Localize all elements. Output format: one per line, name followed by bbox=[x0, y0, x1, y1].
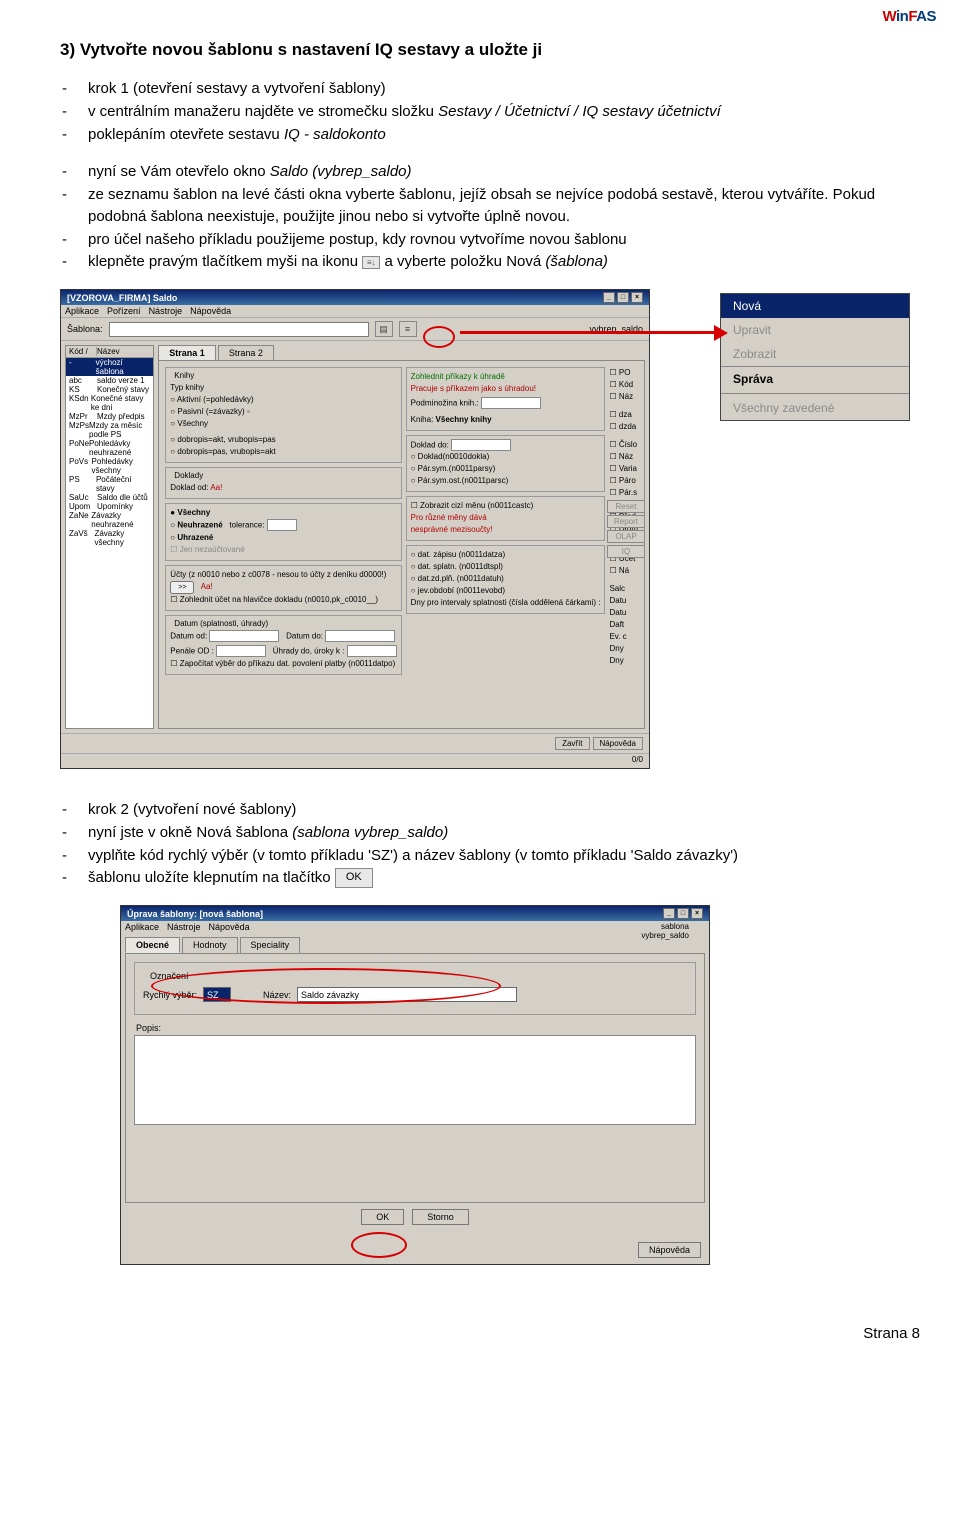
bullet-block-2: - nyní se Vám otevřelo okno Saldo (vybre… bbox=[60, 161, 910, 273]
ctx-zobrazit[interactable]: Zobrazit bbox=[721, 342, 909, 366]
ok-inline-button[interactable]: OK bbox=[335, 868, 373, 888]
group-mena: ☐ Zobrazit cizí měnu (n0011castc) Pro rů… bbox=[406, 496, 606, 541]
screenshot-row-1: [VZOROVA_FIRMA] Saldo _ □ × AplikacePoří… bbox=[60, 289, 910, 769]
template-list-icon: ≡↓ bbox=[362, 256, 380, 269]
callout-circle-ok bbox=[351, 1232, 407, 1258]
close-icon[interactable]: × bbox=[631, 292, 643, 303]
help-button2[interactable]: Nápověda bbox=[638, 1242, 701, 1258]
tabs2[interactable]: Obecné Hodnoty Speciality bbox=[125, 937, 641, 953]
tab-strana1[interactable]: Strana 1 bbox=[158, 345, 216, 360]
saldo-window: [VZOROVA_FIRMA] Saldo _ □ × AplikacePoří… bbox=[60, 289, 650, 769]
template-label: Šablona: bbox=[67, 324, 103, 334]
group-ucty: Účty (z n0010 nebo z c0078 - nesou to úč… bbox=[165, 565, 401, 611]
group-datum: Datum (splatnosti, úhrady) Datum od: Dat… bbox=[165, 615, 401, 675]
callout-circle-icon bbox=[423, 326, 455, 348]
group-knihy: Knihy Typ knihy ○ Aktivní (=pohledávky) … bbox=[165, 367, 401, 463]
close-button[interactable]: Zavřít bbox=[555, 737, 589, 750]
tab-obecne[interactable]: Obecné bbox=[125, 937, 180, 953]
ctx-vsechny[interactable]: Všechny zavedené bbox=[721, 396, 909, 420]
bullet-krok1: krok 1 (otevření sestavy a vytvoření šab… bbox=[88, 78, 910, 100]
group-doklad-do: Doklad do: ○ Doklad(n0010dokla) ○ Pár.sy… bbox=[406, 435, 606, 493]
iq-button[interactable]: IQ bbox=[607, 545, 645, 558]
template-list[interactable]: Kód /Název -výchozí šablona abcsaldo ver… bbox=[65, 345, 154, 729]
report-button[interactable]: Report bbox=[607, 515, 645, 528]
template-open-icon[interactable]: ▤ bbox=[375, 321, 393, 337]
menubar[interactable]: AplikacePořízeníNástrojeNápověda bbox=[61, 305, 649, 317]
maximize-icon[interactable]: □ bbox=[617, 292, 629, 303]
callout-arrow-line bbox=[460, 331, 720, 334]
group-knihy-sub: Zohlednit příkazy k úhradě Pracuje s pří… bbox=[406, 367, 606, 431]
bullet-path: v centrálním manažeru najděte ve stromeč… bbox=[88, 101, 910, 123]
maximize-icon[interactable]: □ bbox=[677, 908, 689, 919]
popis-label: Popis: bbox=[136, 1023, 696, 1033]
template-edit-window: Úprava šablony: [nová šablona] _ □ × Apl… bbox=[120, 905, 710, 1265]
ctx-upravit[interactable]: Upravit bbox=[721, 318, 909, 342]
tabs[interactable]: Strana 1 Strana 2 bbox=[158, 345, 645, 360]
popis-textarea[interactable] bbox=[134, 1035, 696, 1125]
close-icon[interactable]: × bbox=[691, 908, 703, 919]
tab-hodnoty[interactable]: Hodnoty bbox=[182, 937, 238, 953]
template-input[interactable] bbox=[109, 322, 369, 337]
tab-strana2[interactable]: Strana 2 bbox=[218, 345, 274, 360]
ctx-nova[interactable]: Nová bbox=[721, 294, 909, 318]
brand-logo: WinFAS bbox=[882, 8, 936, 25]
page-heading: 3) Vytvořte novou šablonu s nastavení IQ… bbox=[60, 40, 910, 60]
minimize-icon[interactable]: _ bbox=[663, 908, 675, 919]
callout-circle-fields bbox=[151, 968, 501, 1004]
bullet-block-3: -krok 2 (vytvoření nové šablony) - nyní … bbox=[60, 799, 910, 889]
storno-button[interactable]: Storno bbox=[412, 1209, 469, 1225]
ok-button[interactable]: OK bbox=[361, 1209, 404, 1225]
ctx-sprava[interactable]: Správa bbox=[721, 366, 909, 391]
help-button[interactable]: Nápověda bbox=[593, 737, 643, 750]
context-menu[interactable]: Nová Upravit Zobrazit Správa Všechny zav… bbox=[720, 293, 910, 421]
bullet-krok2: krok 2 (vytvoření nové šablony) bbox=[88, 799, 910, 821]
page-footer: Strana 8 bbox=[0, 1305, 960, 1360]
reset-button[interactable]: Reset bbox=[607, 500, 645, 513]
statusbar: 0/0 bbox=[61, 753, 649, 765]
form-pane: Knihy Typ knihy ○ Aktivní (=pohledávky) … bbox=[158, 360, 645, 729]
olap-button[interactable]: OLAP bbox=[607, 530, 645, 543]
titlebar2: Úprava šablony: [nová šablona] _ □ × bbox=[121, 906, 709, 921]
template-toolbar: Šablona: ▤ ≡ vybrep_saldo bbox=[61, 317, 649, 341]
group-doklady: Doklady Doklad od: Aa! bbox=[165, 467, 401, 499]
menubar2[interactable]: AplikaceNástrojeNápověda sablonavybrep_s… bbox=[121, 921, 709, 933]
bullet-block-1: -krok 1 (otevření sestavy a vytvoření ša… bbox=[60, 78, 910, 145]
minimize-icon[interactable]: _ bbox=[603, 292, 615, 303]
bullet-open: poklepáním otevřete sestavu IQ - saldoko… bbox=[88, 124, 910, 146]
callout-arrow-head bbox=[714, 325, 728, 341]
group-dat-opts: ○ dat. zápisu (n0011datza) ○ dat. splatn… bbox=[406, 545, 606, 614]
template-menu-icon[interactable]: ≡ bbox=[399, 321, 417, 337]
tab-speciality[interactable]: Speciality bbox=[240, 937, 301, 953]
document-page: WinFAS 3) Vytvořte novou šablonu s nasta… bbox=[0, 0, 960, 1305]
group-uhrady: ● Všechny ○ Neuhrazené tolerance: ○ Uhra… bbox=[165, 503, 401, 561]
titlebar: [VZOROVA_FIRMA] Saldo _ □ × bbox=[61, 290, 649, 305]
